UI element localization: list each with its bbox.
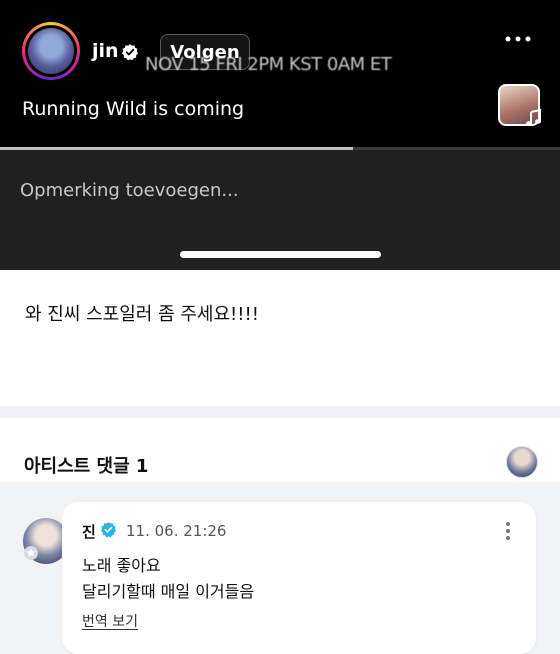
- music-note-icon: [526, 108, 541, 126]
- comment-text-line: 노래 좋아요: [82, 556, 161, 575]
- artist-comments-list: 진 11. 06. 21:26 노래 좋아요 달리기할때 매일 이거들음 번역 …: [0, 482, 560, 654]
- avatar-ring-inner: [25, 25, 77, 77]
- star-badge-icon: [24, 546, 38, 560]
- post-body: 와 진씨 스포일러 좀 주세요!!!!: [0, 270, 560, 406]
- story-username[interactable]: jin: [92, 40, 119, 62]
- story-viewer: jin Volgen NOV 15 FRI 2PM KST 0AM ET Run…: [0, 0, 560, 270]
- more-vertical-icon[interactable]: [502, 520, 514, 542]
- comment-card: 진 11. 06. 21:26 노래 좋아요 달리기할때 매일 이거들음 번역 …: [62, 502, 536, 654]
- artist-comments-title: 아티스트 댓글 1: [24, 456, 149, 477]
- more-horizontal-icon[interactable]: [502, 30, 534, 48]
- story-overlay-text: NOV 15 FRI 2PM KST 0AM ET: [145, 54, 392, 75]
- story-comment-bar: Opmerking toevoegen...: [0, 150, 560, 270]
- avatar-image: [28, 28, 74, 74]
- comment-text-line: 달리기할때 매일 이거들음: [82, 582, 255, 601]
- artist-avatar[interactable]: [506, 446, 538, 478]
- verified-badge-icon: [100, 522, 117, 538]
- comment-author[interactable]: 진: [82, 521, 96, 542]
- post-text: 와 진씨 스포일러 좀 주세요!!!!: [25, 304, 259, 325]
- verified-badge-icon: [121, 44, 139, 61]
- story-avatar[interactable]: [22, 22, 80, 80]
- artist-comments-header: 아티스트 댓글 1: [0, 418, 560, 482]
- home-indicator: [180, 251, 381, 258]
- translate-link[interactable]: 번역 보기: [82, 611, 138, 631]
- comment-input[interactable]: Opmerking toevoegen...: [20, 180, 239, 201]
- story-caption: Running Wild is coming: [22, 98, 245, 120]
- section-divider: [0, 406, 560, 418]
- comment-timestamp: 11. 06. 21:26: [126, 522, 227, 540]
